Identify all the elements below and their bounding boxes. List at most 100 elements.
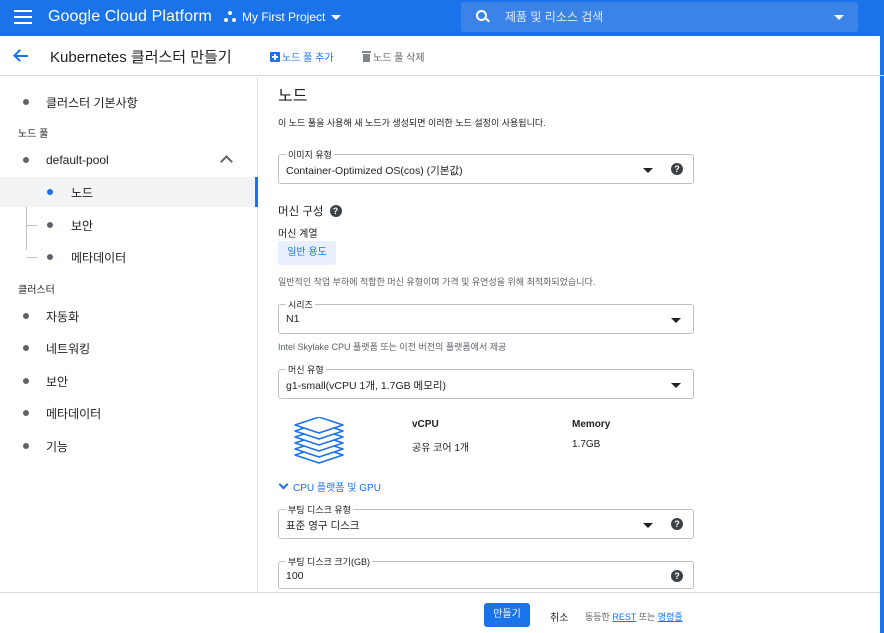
section-node-pools: 노드 풀 [18,129,49,140]
memory-value: 1.7GB [572,439,601,450]
action-footer: 만들기 취소 동등한 REST 또는 명령줄 [0,592,880,633]
chevron-down-icon [331,14,342,20]
search-expand-icon[interactable] [834,15,844,20]
boot-disk-type-select[interactable]: 부팅 디스크 유형 표준 영구 디스크 ? [278,503,694,539]
bullet-icon [23,443,29,449]
project-icon [224,11,236,23]
dropdown-arrow-icon [671,383,681,388]
sidebar-item-pool-security[interactable]: 보안 [0,210,257,240]
top-app-bar: Google Cloud Platform My First Project [0,0,884,36]
field-value[interactable]: 100 [286,570,304,582]
bullet-icon [23,378,29,384]
equiv-prefix: 동등한 [585,612,610,622]
equiv-or: 또는 [638,612,656,622]
field-label: 머신 유형 [286,363,326,376]
field-value: g1-small(vCPU 1개, 1.7GB 메모리) [286,380,447,392]
sidebar-item-features[interactable]: 기능 [0,431,257,461]
bullet-icon [23,157,29,163]
back-arrow-icon[interactable] [12,48,30,64]
bullet-icon [47,189,53,195]
help-icon[interactable]: ? [671,518,683,530]
boot-disk-size-field[interactable]: 부팅 디스크 크기(GB) 100 ? [278,555,694,589]
bullet-icon [23,410,29,416]
section-description: 이 노드 풀을 사용해 새 노드가 생성되면 이러한 노드 설정이 사용됩니다. [278,118,546,128]
dropdown-arrow-icon [643,523,653,528]
sidebar-item-label: 메타데이터 [46,406,102,421]
sidebar-item-label: 클러스터 기본사항 [46,95,138,110]
machine-type-select[interactable]: 머신 유형 g1-small(vCPU 1개, 1.7GB 메모리) [278,363,694,399]
sidebar-item-automation[interactable]: 자동화 [0,301,257,331]
add-icon [270,51,280,62]
cpu-platform-expander[interactable]: CPU 플랫폼 및 GPU [278,479,381,494]
machine-config-heading: 머신 구성 ? [278,203,342,219]
sidebar-item-metadata[interactable]: 메타데이터 [0,398,257,428]
sidebar-item-nodes[interactable]: 노드 [0,177,258,207]
vcpu-value: 공유 코어 1개 [412,443,470,454]
field-label: 부팅 디스크 유형 [286,503,353,516]
delete-node-pool-label: 노드 풀 삭제 [373,53,425,64]
image-type-select[interactable]: 이미지 유형 Container-Optimized OS(cos) (기본값)… [278,148,694,184]
search-bar[interactable] [461,2,858,32]
memory-label: Memory [572,419,611,430]
search-input[interactable] [505,10,825,24]
add-node-pool-button[interactable]: 노드 풀 추가 [270,49,334,64]
main-content: 노드 이 노드 풀을 사용해 새 노드가 생성되면 이러한 노드 설정이 사용됩… [259,77,880,592]
general-purpose-tab[interactable]: 일반 용도 [278,241,336,265]
help-icon[interactable]: ? [671,570,683,582]
page-header: Kubernetes 클러스터 만들기 노드 풀 추가 노드 풀 삭제 [0,36,884,76]
trash-icon [362,51,371,62]
sidebar-item-pool-metadata[interactable]: 메타데이터 [0,242,257,272]
vcpu-label: vCPU [412,419,439,430]
sidebar-item-label: default-pool [46,153,109,167]
brand-title[interactable]: Google Cloud Platform [48,8,212,26]
command-line-link[interactable]: 명령줄 [658,612,683,622]
section-title: 노드 [278,88,308,105]
help-icon[interactable]: ? [329,205,342,217]
sidebar-nav: 클러스터 기본사항 노드 풀 default-pool 노드 보안 메타데이터 … [0,77,258,592]
heading-text: 머신 구성 [278,206,324,218]
bullet-icon [23,99,29,105]
series-select[interactable]: 시리즈 N1 [278,298,694,334]
create-button[interactable]: 만들기 [484,603,530,627]
field-value: 표준 영구 디스크 [286,520,360,532]
sidebar-item-cluster-basics[interactable]: 클러스터 기본사항 [0,87,257,117]
sidebar-item-security[interactable]: 보안 [0,366,257,396]
search-icon [475,9,491,25]
expander-label: CPU 플랫폼 및 GPU [293,483,381,494]
dropdown-arrow-icon [671,318,681,323]
sidebar-item-label: 보안 [71,218,94,233]
field-label: 이미지 유형 [286,148,334,161]
sidebar-item-default-pool[interactable]: default-pool [0,145,257,175]
bullet-icon [47,254,53,260]
sidebar-item-label: 노드 [71,185,94,200]
sidebar-item-networking[interactable]: 네트워킹 [0,333,257,363]
rest-link[interactable]: REST [612,612,636,622]
help-icon[interactable]: ? [671,163,683,175]
field-label: 부팅 디스크 크기(GB) [286,555,372,568]
field-label: 시리즈 [286,298,315,311]
bullet-icon [47,222,53,228]
menu-icon[interactable] [14,10,32,24]
sidebar-item-label: 보안 [46,374,69,389]
bullet-icon [23,313,29,319]
sidebar-item-label: 자동화 [46,309,80,324]
field-value: N1 [286,313,300,325]
machine-family-label: 머신 계열 [278,229,318,240]
sidebar-item-label: 메타데이터 [71,250,127,265]
equivalent-links: 동등한 REST 또는 명령줄 [585,610,683,623]
page-title: Kubernetes 클러스터 만들기 [50,49,232,66]
delete-node-pool-button[interactable]: 노드 풀 삭제 [362,49,425,64]
machine-stack-icon [294,417,344,464]
sidebar-item-label: 네트워킹 [46,341,91,356]
project-selector[interactable]: My First Project [224,10,342,24]
dropdown-arrow-icon [643,168,653,173]
field-value: Container-Optimized OS(cos) (기본값) [286,165,463,177]
add-node-pool-label: 노드 풀 추가 [282,53,334,64]
family-description: 일반적인 작업 부하에 적합한 머신 유형이며 가격 및 유연성을 위해 최적화… [278,277,596,287]
window-edge [880,0,884,633]
active-indicator [255,177,258,207]
bullet-icon [23,345,29,351]
project-name: My First Project [242,10,326,24]
cancel-button[interactable]: 취소 [550,609,568,624]
section-cluster: 클러스터 [18,285,55,296]
